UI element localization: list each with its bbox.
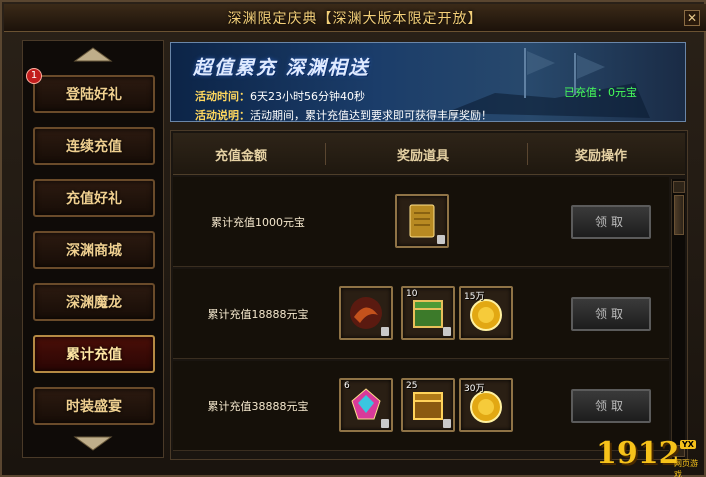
- sidebar-item-label: 累计充值: [66, 347, 122, 363]
- logo-tag: YX: [680, 440, 696, 449]
- reward-item[interactable]: [395, 194, 449, 248]
- event-time-label: 活动时间：: [195, 90, 250, 103]
- sidebar-item-label: 连续充值: [66, 139, 122, 155]
- notification-badge: 1: [26, 68, 42, 84]
- title-bar: 深渊限定庆典【深渊大版本限定开放】 ✕: [4, 4, 706, 32]
- row-requirement: 累计充值38888元宝: [207, 400, 309, 413]
- reward-item[interactable]: 15万: [459, 286, 513, 340]
- row-requirement: 累计充值1000元宝: [211, 216, 305, 229]
- sidebar-item-label: 充值好礼: [66, 191, 122, 207]
- column-header-action: 奖励操作: [575, 149, 628, 164]
- reward-item[interactable]: 10: [401, 286, 455, 340]
- claim-button[interactable]: 领取: [571, 205, 651, 239]
- banner-title: 超值累充 深渊相送: [193, 57, 370, 79]
- reward-table: 充值金额 奖励道具 奖励操作 累计充值1000元宝 领取 累计充值18888元宝: [170, 130, 688, 460]
- rainbow-gem-icon: [351, 388, 381, 420]
- sidebar-item-abyss-dragon[interactable]: 深渊魔龙: [33, 283, 155, 321]
- site-logo: 1912 YX 网页游戏: [596, 436, 704, 477]
- scrollbar[interactable]: [671, 179, 685, 459]
- treasure-chest-icon: [413, 300, 443, 328]
- sidebar-item-label: 登陆好礼: [66, 87, 122, 103]
- column-header-rewards: 奖励道具: [397, 149, 450, 164]
- event-time: 活动时间：6天23小时56分钟40秒: [195, 88, 365, 104]
- sidebar-item-label: 深渊商城: [66, 243, 122, 259]
- event-time-value: 6天23小时56分钟40秒: [250, 90, 365, 103]
- scrollbar-up-icon[interactable]: [673, 181, 685, 193]
- table-row: 累计充值18888元宝 10 15万 领取: [173, 269, 669, 359]
- scroll-up-arrow-icon[interactable]: [73, 47, 113, 63]
- column-header-amount: 充值金额: [215, 149, 268, 164]
- event-description: 活动说明：活动期间，累计充值达到要求即可获得丰厚奖励！: [195, 107, 492, 122]
- table-row: 累计充值38888元宝 6 25 30万 领取: [173, 361, 669, 451]
- table-row: 累计充值1000元宝 领取: [173, 177, 669, 267]
- reward-item[interactable]: [339, 286, 393, 340]
- item-count: 10: [406, 289, 418, 299]
- sidebar-item-label: 深渊魔龙: [66, 295, 122, 311]
- reward-item[interactable]: 25: [401, 378, 455, 432]
- item-count: 15万: [464, 292, 485, 302]
- item-count: 25: [406, 381, 418, 391]
- scroll-down-arrow-icon[interactable]: [73, 435, 113, 451]
- bound-lock-icon: [381, 327, 389, 336]
- recharged-amount: 已充值：0元宝: [564, 86, 637, 99]
- bound-lock-icon: [381, 419, 389, 428]
- event-description-value: 活动期间，累计充值达到要求即可获得丰厚奖励！: [250, 109, 492, 122]
- sidebar-item-cumulative-recharge[interactable]: 累计充值: [33, 335, 155, 373]
- sidebar: 登陆好礼 连续充值 充值好礼 深渊商城 深渊魔龙 累计充值 时装盛宴: [22, 40, 164, 458]
- table-header: 充值金额 奖励道具 奖励操作: [173, 133, 685, 175]
- sidebar-item-recharge-gift[interactable]: 充值好礼: [33, 179, 155, 217]
- reward-item[interactable]: 30万: [459, 378, 513, 432]
- bound-lock-icon: [443, 327, 451, 336]
- close-button[interactable]: ✕: [684, 10, 700, 26]
- row-requirement: 累计充值18888元宝: [207, 308, 309, 321]
- bound-lock-icon: [437, 235, 445, 244]
- gold-scroll-icon: [409, 204, 435, 238]
- logo-number: 1912: [596, 436, 680, 471]
- column-divider: [325, 143, 326, 165]
- claim-button[interactable]: 领取: [571, 389, 651, 423]
- event-banner: 超值累充 深渊相送 活动时间：6天23小时56分钟40秒 活动说明：活动期间，累…: [170, 42, 686, 122]
- gold-chest-icon: [413, 392, 443, 420]
- sidebar-item-label: 时装盛宴: [66, 399, 122, 415]
- item-count: 6: [344, 381, 350, 391]
- window-title: 深渊限定庆典【深渊大版本限定开放】: [227, 10, 483, 27]
- event-description-label: 活动说明：: [195, 109, 250, 122]
- event-window: 深渊限定庆典【深渊大版本限定开放】 ✕ 登陆好礼 连续充值 充值好礼 深渊商城 …: [0, 0, 706, 477]
- claim-button[interactable]: 领取: [571, 297, 651, 331]
- sidebar-item-consecutive-recharge[interactable]: 连续充值: [33, 127, 155, 165]
- sidebar-item-login-gift[interactable]: 登陆好礼: [33, 75, 155, 113]
- sidebar-item-abyss-shop[interactable]: 深渊商城: [33, 231, 155, 269]
- dragon-mount-icon: [350, 297, 382, 329]
- scrollbar-thumb[interactable]: [674, 195, 684, 235]
- item-count: 30万: [464, 384, 485, 394]
- bound-lock-icon: [443, 419, 451, 428]
- reward-item[interactable]: 6: [339, 378, 393, 432]
- logo-subtitle: 网页游戏: [674, 459, 698, 477]
- sidebar-item-fashion-feast[interactable]: 时装盛宴: [33, 387, 155, 425]
- column-divider: [527, 143, 528, 165]
